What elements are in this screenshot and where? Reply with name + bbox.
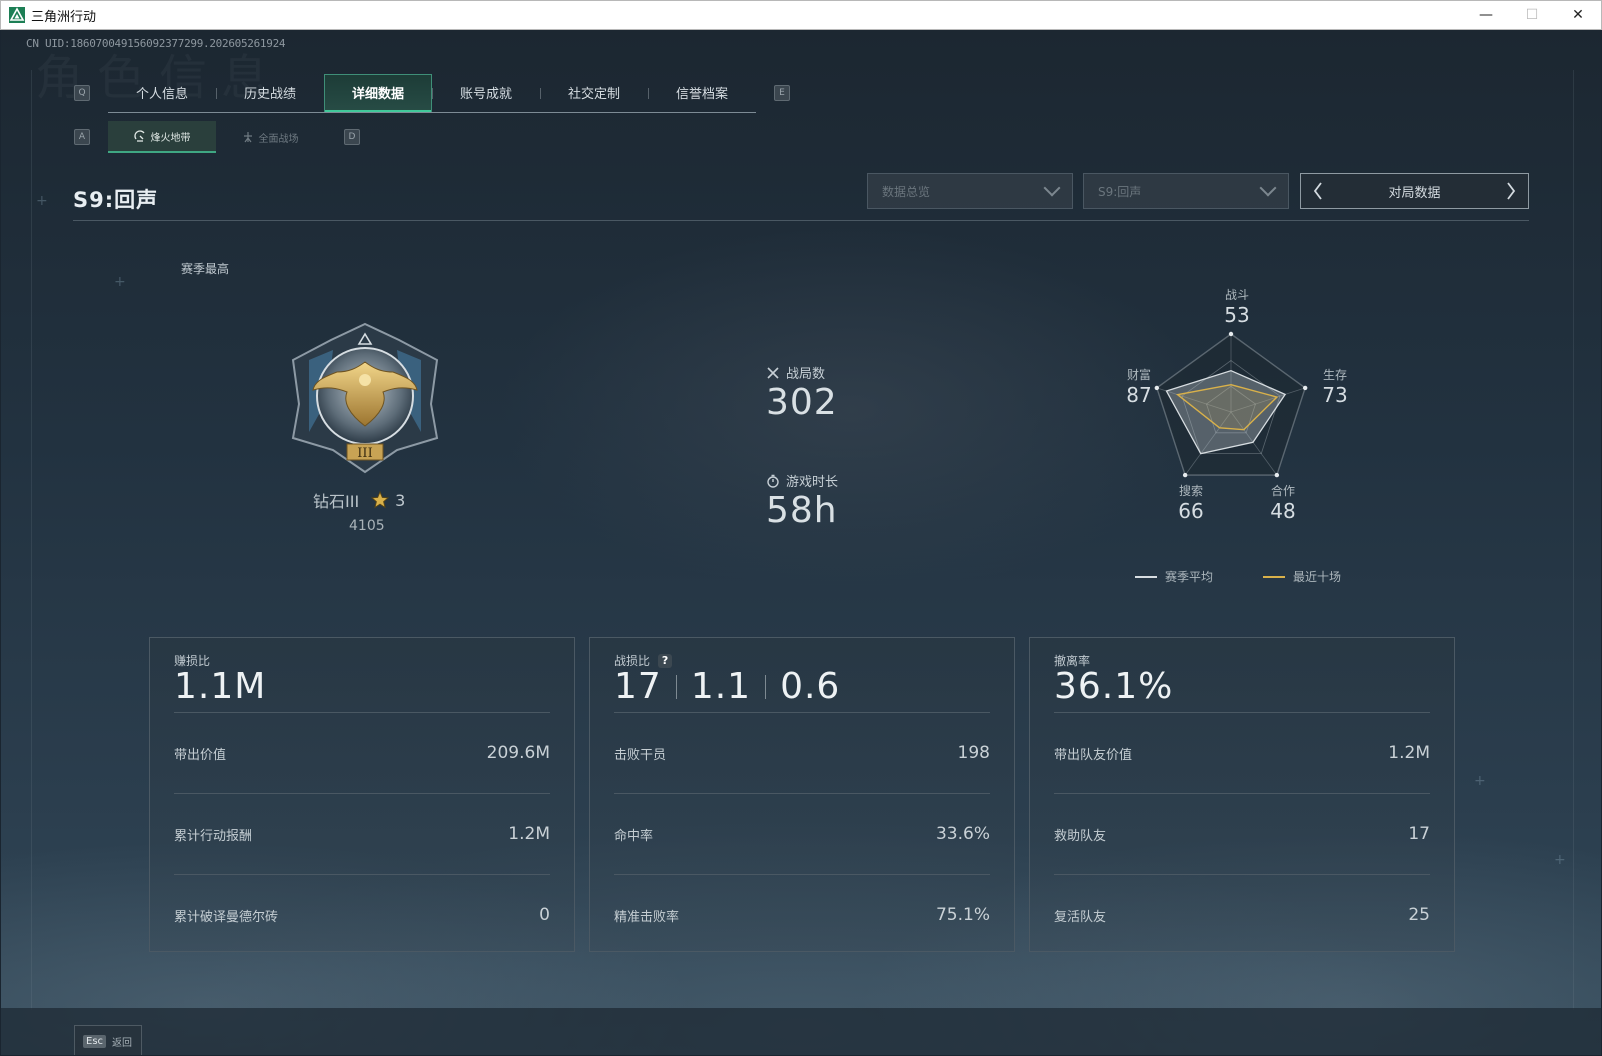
footer-bar (1, 1008, 1601, 1055)
playtime-stat: 游戏时长 58h (766, 471, 838, 531)
tab-mode-label: 烽火地带 (150, 132, 191, 144)
card-profit-ratio: 赚损比 1.1M 带出价值 209.6M 累计行动报酬 1.2M 累计破译曼德尔砖 0 (149, 637, 575, 952)
esc-key: Esc (83, 1034, 107, 1048)
matches-value: 302 (766, 382, 838, 423)
decor-line (1573, 70, 1574, 1010)
tab-mode-label: 全面战场 (258, 133, 299, 145)
stat-row: 带出价值 209.6M (174, 712, 550, 793)
season-select[interactable]: S9:回声 (1083, 173, 1289, 209)
close-button[interactable]: ✕ (1555, 1, 1601, 29)
value-separator (675, 674, 677, 699)
decor-plus-icon: + (36, 193, 48, 209)
card-big-value: 17 (614, 666, 662, 707)
mode-prev-key[interactable]: A (74, 129, 90, 145)
chevron-down-icon (1259, 179, 1277, 197)
matches-stat: 战局数 302 (766, 363, 838, 423)
legend-swatch (1263, 575, 1285, 578)
radar-vertex (1228, 331, 1234, 337)
window-title: 三角洲行动 (31, 8, 97, 24)
window-titlebar: 三角洲行动 — ☐ ✕ (0, 0, 1602, 30)
stat-row: 累计行动报酬 1.2M (174, 793, 550, 874)
star-icon (371, 491, 390, 509)
card-big-value: 36.1% (1054, 666, 1174, 707)
radar-vertex (1274, 472, 1280, 478)
radar-label-wealth: 财富 87 (1126, 368, 1152, 407)
card-big-value: 1.1M (174, 666, 267, 707)
tab-mode-warfare[interactable]: 全面战场 (216, 121, 324, 153)
season-best-label: 赛季最高 (181, 262, 230, 276)
tab-social-custom[interactable]: 社交定制 (540, 74, 648, 112)
tab-detailed-data[interactable]: 详细数据 (324, 73, 432, 112)
decor-line (31, 70, 32, 1010)
tab-next-key[interactable]: E (774, 85, 790, 101)
stat-row: 救助队友 17 (1054, 793, 1430, 874)
stat-row: 复活队友 25 (1054, 874, 1430, 955)
match-data-pager: 对局数据 (1300, 173, 1529, 209)
radar-label-survival: 生存 73 (1322, 368, 1348, 407)
radar-dish-icon (133, 130, 145, 142)
tab-achievements[interactable]: 账号成就 (432, 74, 540, 112)
star-count: 3 (395, 490, 406, 510)
back-button[interactable]: Esc 返回 (74, 1025, 142, 1055)
app-logo-icon (9, 7, 25, 23)
rank-name: 钻石III (313, 492, 360, 511)
legend-swatch (1135, 575, 1157, 578)
card-big-value: 0.6 (780, 666, 841, 707)
rank-name-row: 钻石III 3 (313, 488, 405, 512)
stat-row: 精准击败率 75.1% (614, 874, 990, 955)
select-value: 数据总览 (882, 184, 931, 199)
tab-reputation[interactable]: 信誉档案 (648, 74, 756, 112)
main-tab-bar: Q 个人信息 历史战绩 详细数据 账号成就 社交定制 信誉档案 E (74, 73, 790, 113)
header-divider (73, 220, 1529, 221)
rank-score: 4105 (349, 518, 385, 534)
matches-label: 战局数 (786, 367, 826, 382)
mode-tab-bar: A 烽火地带 全面战场 D (74, 121, 360, 153)
tab-mode-hazard-zone[interactable]: 烽火地带 (108, 121, 216, 153)
decor-plus-icon: + (1474, 773, 1486, 789)
stopwatch-icon (767, 474, 779, 488)
svg-text:III: III (357, 446, 372, 461)
chevron-down-icon (1043, 179, 1061, 197)
data-overview-select[interactable]: 数据总览 (867, 173, 1073, 209)
stat-row: 带出队友价值 1.2M (1054, 712, 1430, 793)
tab-match-history[interactable]: 历史战绩 (216, 74, 324, 112)
back-label: 返回 (112, 1037, 133, 1049)
player-uid: CN UID:186070049156092377299.20260526192… (26, 37, 286, 50)
legend-season-average: 赛季平均 (1135, 568, 1213, 585)
chevron-left-icon[interactable] (1311, 180, 1325, 202)
chevron-right-icon[interactable] (1504, 180, 1518, 202)
decor-plus-icon: + (114, 274, 126, 290)
rank-stars: 3 (371, 491, 405, 510)
crossed-swords-icon (767, 366, 779, 379)
value-separator (765, 674, 767, 699)
card-kd-ratio: 战损比 ? 17 1.1 0.6 击败干员 198 命中率 33.6% 精准击败率 7… (589, 637, 1015, 952)
maximize-button[interactable]: ☐ (1509, 1, 1555, 29)
radar-label-combat: 战斗 53 (1224, 288, 1250, 327)
tab-prev-key[interactable]: Q (74, 85, 90, 101)
game-stage: 角色信息 CN UID:186070049156092377299.202605… (1, 30, 1601, 1055)
playtime-value: 58h (766, 490, 838, 531)
tab-personal-info[interactable]: 个人信息 (108, 74, 216, 112)
rank-emblem-icon: III (291, 322, 439, 474)
radar-label-search: 搜索 66 (1178, 484, 1204, 523)
main-tabs: 个人信息 历史战绩 详细数据 账号成就 社交定制 信誉档案 (108, 73, 756, 113)
card-extraction-rate: 撤离率 36.1% 带出队友价值 1.2M 救助队友 17 复活队友 25 (1029, 637, 1455, 952)
legend-recent-ten: 最近十场 (1263, 568, 1341, 585)
radar-chart (1154, 331, 1308, 478)
mode-next-key[interactable]: D (344, 129, 360, 145)
radar-vertex (1182, 472, 1188, 478)
decor-plus-icon: + (1554, 852, 1566, 868)
select-value: S9:回声 (1098, 184, 1142, 199)
card-big-value: 1.1 (690, 666, 752, 707)
playtime-label: 游戏时长 (786, 475, 839, 490)
stat-row: 击败干员 198 (614, 712, 990, 793)
stat-row: 累计破译曼德尔砖 0 (174, 874, 550, 955)
stat-row: 命中率 33.6% (614, 793, 990, 874)
minimize-button[interactable]: — (1463, 1, 1509, 29)
radar-label-teamwork: 合作 48 (1270, 484, 1296, 523)
soldier-icon (243, 132, 252, 143)
season-title: S9:回声 (73, 188, 159, 212)
pager-label: 对局数据 (1388, 185, 1441, 201)
